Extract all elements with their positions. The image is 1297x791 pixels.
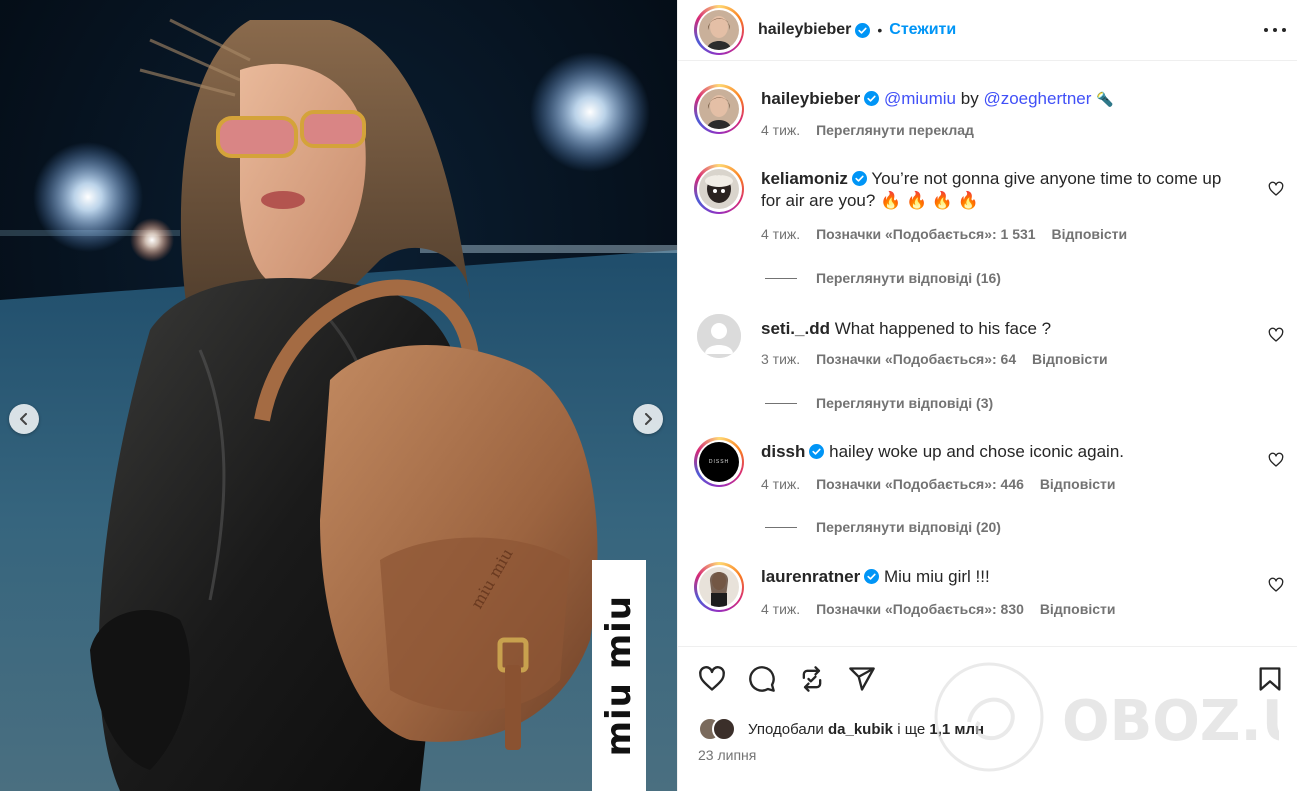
reply-button[interactable]: Відповісти	[1040, 476, 1116, 492]
view-replies-label: Переглянути відповіді (3)	[816, 395, 994, 411]
bookmark-icon[interactable]	[1256, 665, 1284, 693]
comment-heart-icon[interactable]	[1268, 181, 1284, 197]
likes-summary: Уподобали da_kubik і ще 1,1 млн	[698, 717, 984, 741]
comment-text: keliamoniz You’re not gonna give anyone …	[761, 168, 1239, 212]
verified-badge-icon	[851, 171, 867, 186]
comment-username[interactable]: laurenratner	[761, 567, 860, 586]
verified-badge-icon	[864, 569, 880, 584]
comment-meta: 3 тиж. Позначки «Подобається»: 64 Відпов…	[761, 351, 1120, 367]
comment-heart-icon[interactable]	[1268, 452, 1284, 468]
comment-username[interactable]: seti._.dd	[761, 319, 830, 338]
caption-text: haileybieber @miumiu by @zoeghertner 🔦	[761, 88, 1239, 110]
liked-by-user[interactable]: da_kubik	[828, 721, 893, 738]
comment-text: seti._.dd What happened to his face ?	[761, 318, 1239, 340]
author-username[interactable]: haileybieber	[758, 21, 851, 39]
comment-time[interactable]: 4 тиж.	[761, 226, 800, 242]
previous-photo-button[interactable]	[9, 404, 39, 434]
comment-time[interactable]: 4 тиж.	[761, 476, 800, 492]
follow-button[interactable]: Стежити	[889, 21, 956, 39]
replies-line	[765, 402, 797, 404]
comment-meta: 4 тиж. Позначки «Подобається»: 446 Відпо…	[761, 476, 1127, 492]
comment-body: Miu miu girl !!!	[883, 567, 990, 586]
comment-time[interactable]: 3 тиж.	[761, 351, 800, 367]
dissh-avatar-text: DISSH	[708, 459, 730, 465]
chevron-right-icon	[645, 413, 652, 425]
author-avatar[interactable]	[694, 5, 744, 55]
verified-badge-icon	[809, 444, 825, 459]
comment-text: laurenratner Miu miu girl !!!	[761, 566, 1239, 588]
mention-link[interactable]: @miumiu	[884, 89, 956, 108]
see-translation-button[interactable]: Переглянути переклад	[816, 122, 974, 138]
paper-plane-icon[interactable]	[848, 665, 876, 693]
comment-meta: 4 тиж. Позначки «Подобається»: 830 Відпо…	[761, 601, 1127, 617]
brand-strip: miu miu	[592, 560, 646, 791]
comment-time[interactable]: 4 тиж.	[761, 601, 800, 617]
comment-text: dissh hailey woke up and chose iconic ag…	[761, 441, 1239, 463]
comment-like-count[interactable]: Позначки «Подобається»: 1 531	[816, 226, 1036, 242]
post-photo: miu miu miu miu	[0, 0, 677, 791]
liked-prefix: Уподобали	[748, 720, 824, 738]
view-replies-button[interactable]: Переглянути відповіді (20)	[765, 519, 1001, 535]
verified-badge-icon	[864, 91, 880, 106]
view-replies-button[interactable]: Переглянути відповіді (3)	[765, 395, 993, 411]
repost-icon[interactable]	[798, 665, 826, 693]
commenter-avatar[interactable]: DISSH	[694, 437, 744, 487]
post-actions-area: Уподобали da_kubik і ще 1,1 млн 23 липня	[678, 646, 1297, 791]
caption-username[interactable]: haileybieber	[761, 89, 860, 108]
verified-badge-icon	[855, 22, 871, 38]
comment-bubble-icon[interactable]	[748, 665, 776, 693]
more-options-icon[interactable]	[1264, 20, 1286, 40]
post-side-panel: haileybieber • Стежити haileybieber @miu…	[677, 0, 1297, 791]
comment-body: hailey woke up and chose iconic again.	[829, 442, 1125, 461]
reply-button[interactable]: Відповісти	[1051, 226, 1127, 242]
chevron-left-icon	[20, 413, 27, 425]
likes-count[interactable]: 1,1 млн	[929, 721, 984, 738]
view-replies-label: Переглянути відповіді (20)	[816, 519, 1001, 535]
reply-button[interactable]: Відповісти	[1040, 601, 1116, 617]
comment-meta: 4 тиж. Позначки «Подобається»: 1 531 Від…	[761, 226, 1139, 242]
post-date[interactable]: 23 липня	[698, 747, 756, 763]
replies-line	[765, 277, 797, 279]
view-replies-label: Переглянути відповіді (16)	[816, 270, 1001, 286]
replies-line	[765, 526, 797, 528]
commenter-avatar[interactable]	[694, 562, 744, 612]
comment-heart-icon[interactable]	[1268, 327, 1284, 343]
caption-time[interactable]: 4 тиж.	[761, 122, 800, 138]
heart-icon[interactable]	[698, 665, 726, 693]
liked-suffix: і ще	[897, 720, 926, 738]
comment-username[interactable]: dissh	[761, 442, 805, 461]
post-header: haileybieber • Стежити	[678, 0, 1297, 61]
comment-like-count[interactable]: Позначки «Подобається»: 446	[816, 476, 1024, 492]
action-bar	[698, 665, 876, 693]
commenter-avatar[interactable]	[697, 314, 741, 358]
caption-author-avatar[interactable]	[694, 84, 744, 134]
caption-by-word: by	[960, 89, 979, 108]
view-replies-button[interactable]: Переглянути відповіді (16)	[765, 270, 1001, 286]
reply-button[interactable]: Відповісти	[1032, 351, 1108, 367]
mention-link[interactable]: @zoeghertner	[983, 89, 1091, 108]
header-separator: •	[877, 22, 883, 38]
photo-scene: miu miu	[0, 0, 677, 791]
flashlight-emoji: 🔦	[1096, 91, 1114, 107]
liker-avatar	[712, 717, 736, 741]
commenter-avatar[interactable]	[694, 164, 744, 214]
brand-logo-text: miu miu	[599, 594, 639, 757]
default-avatar-icon	[697, 314, 741, 358]
liker-avatars	[698, 717, 742, 741]
comment-like-count[interactable]: Позначки «Подобається»: 830	[816, 601, 1024, 617]
next-photo-button[interactable]	[633, 404, 663, 434]
comment-body: What happened to his face ?	[834, 319, 1052, 338]
comments-list: haileybieber @miumiu by @zoeghertner 🔦 4…	[678, 62, 1297, 646]
comment-username[interactable]: keliamoniz	[761, 169, 848, 188]
comment-heart-icon[interactable]	[1268, 577, 1284, 593]
caption-meta: 4 тиж. Переглянути переклад	[761, 122, 986, 138]
comment-like-count[interactable]: Позначки «Подобається»: 64	[816, 351, 1016, 367]
